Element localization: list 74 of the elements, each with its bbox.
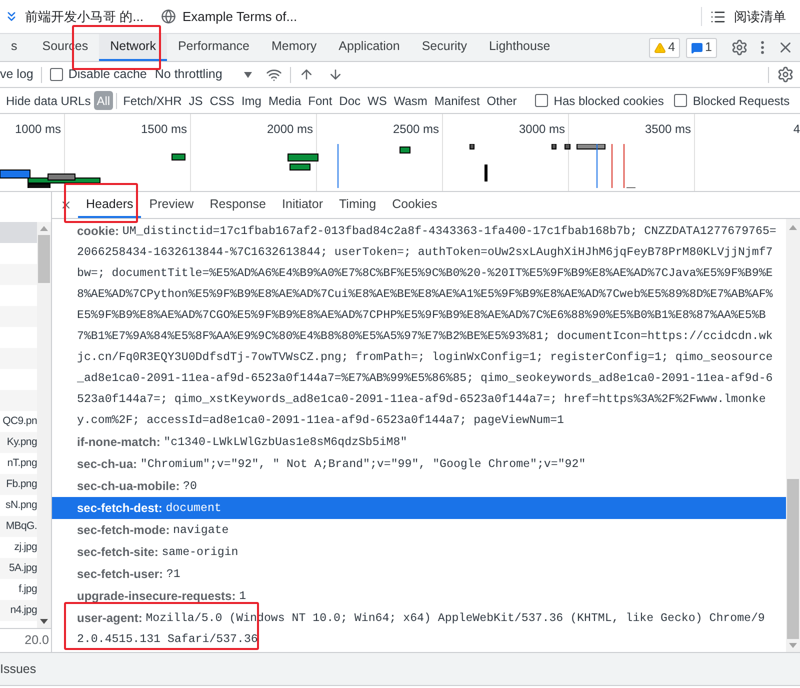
- bookmark-link[interactable]: Example Terms of...: [182, 6, 298, 26]
- blocked-requests-checkbox[interactable]: [674, 94, 687, 107]
- request-row[interactable]: sN.png: [0, 495, 37, 516]
- blocked-cookies-checkbox[interactable]: [534, 94, 548, 107]
- drawer-tab[interactable]: Issues: [0, 660, 36, 678]
- caret-icon: [244, 72, 252, 78]
- request-row[interactable]: MBqG.: [0, 516, 37, 537]
- blocked-cookies-label: Has blocked cookies: [554, 92, 664, 110]
- messages-badge[interactable]: 1: [686, 38, 717, 58]
- time-tick-label: 4: [793, 121, 800, 134]
- type-filter[interactable]: Other: [484, 91, 520, 110]
- time-tick-label: 1000 ms: [14, 121, 61, 134]
- upload-icon[interactable]: [299, 67, 314, 82]
- detail-tab[interactable]: Response: [202, 192, 274, 218]
- type-filter[interactable]: Wasm: [390, 91, 430, 110]
- request-row[interactable]: f.jpg: [0, 579, 37, 600]
- type-filter[interactable]: Manifest: [431, 91, 483, 110]
- type-filter[interactable]: JS: [186, 91, 206, 110]
- devtools-tab[interactable]: Memory: [260, 34, 328, 61]
- devtools-tab[interactable]: Application: [328, 34, 411, 61]
- globe-icon: [161, 9, 176, 24]
- detail-tab[interactable]: Timing: [331, 192, 384, 218]
- detail-tab[interactable]: Initiator: [274, 192, 332, 218]
- message-icon: [691, 42, 704, 54]
- request-row[interactable]: zj.jpg: [0, 537, 37, 558]
- settings-icon[interactable]: [777, 66, 794, 83]
- download-icon[interactable]: [328, 67, 344, 82]
- devtools-tab[interactable]: s: [0, 34, 32, 61]
- time-tick-label: 3500 ms: [644, 121, 691, 134]
- time-tick-label: 2000 ms: [266, 121, 313, 134]
- bookmark-link[interactable]: 前端开发小马哥 的...: [25, 6, 144, 26]
- request-row[interactable]: Ky.png: [0, 432, 37, 453]
- request-row[interactable]: 5A.jpg: [0, 558, 37, 579]
- reading-list-button[interactable]: 阅读清单: [734, 6, 786, 26]
- detail-tab[interactable]: Headers: [78, 192, 142, 218]
- devtools-tab[interactable]: Network: [99, 34, 167, 61]
- scrollbar-thumb[interactable]: [787, 479, 799, 639]
- scrollbar[interactable]: [786, 219, 800, 652]
- type-filter[interactable]: Fetch/XHR: [120, 91, 185, 110]
- scrollbar-thumb[interactable]: [38, 235, 50, 283]
- detail-tab[interactable]: Preview: [141, 192, 202, 218]
- time-tick-label: 2500 ms: [392, 121, 439, 134]
- settings-icon[interactable]: [731, 39, 748, 56]
- status-text: 20.0: [24, 632, 49, 650]
- time-tick-label: 3000 ms: [518, 121, 565, 134]
- preserve-log-label: ve log: [0, 66, 34, 84]
- request-row[interactable]: QC9.pn: [0, 411, 37, 432]
- time-tick-label: 1500 ms: [140, 121, 187, 134]
- type-filter[interactable]: Font: [305, 91, 336, 110]
- list-icon: [710, 8, 726, 24]
- scrollbar[interactable]: [37, 222, 51, 628]
- disable-cache-label: Disable cache: [68, 66, 147, 84]
- type-filter[interactable]: Media: [265, 91, 304, 110]
- close-icon[interactable]: [60, 199, 72, 211]
- devtools-tab[interactable]: Performance: [166, 34, 261, 61]
- hide-data-urls-label: Hide data URLs: [6, 92, 91, 110]
- disable-cache-checkbox[interactable]: [50, 68, 64, 81]
- header-row[interactable]: sec-fetch-dest: document: [52, 497, 786, 519]
- request-row[interactable]: n4.jpg: [0, 600, 37, 621]
- type-filter[interactable]: WS: [364, 91, 390, 110]
- type-filter[interactable]: Doc: [336, 91, 364, 110]
- request-row[interactable]: Fb.png: [0, 474, 37, 495]
- devtools-tab[interactable]: Security: [410, 34, 478, 61]
- type-filter[interactable]: Img: [238, 91, 264, 110]
- warnings-badge[interactable]: 4: [649, 38, 680, 58]
- scroll-down-icon[interactable]: [40, 619, 48, 624]
- throttling-dropdown[interactable]: No throttling: [154, 65, 252, 84]
- request-row[interactable]: nT.png: [0, 453, 37, 474]
- detail-tab[interactable]: Cookies: [384, 192, 446, 218]
- wifi-icon[interactable]: [266, 66, 282, 82]
- warning-icon: [654, 42, 666, 54]
- blocked-requests-label: Blocked Requests: [692, 92, 790, 110]
- type-filter[interactable]: CSS: [206, 91, 238, 110]
- devtools-tab[interactable]: Lighthouse: [478, 34, 562, 61]
